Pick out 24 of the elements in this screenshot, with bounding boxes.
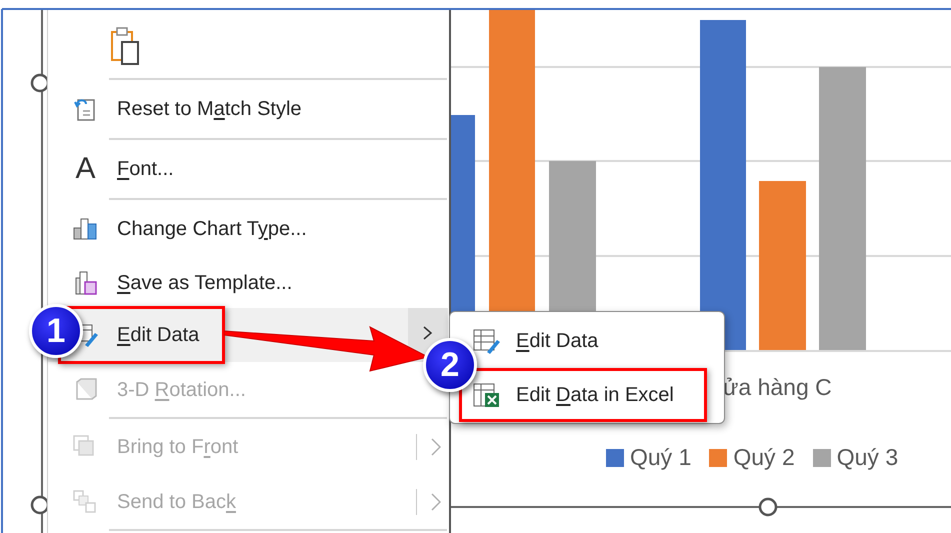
resize-handle[interactable] [758, 498, 778, 516]
font-icon: A [75, 154, 96, 184]
menu-item[interactable]: Edit Data [117, 320, 200, 350]
resize-handle[interactable] [30, 74, 50, 92]
bar-chart-icon [72, 218, 98, 240]
template-icon [74, 270, 98, 296]
resize-handle[interactable] [30, 496, 50, 514]
table-pencil-icon [473, 328, 501, 354]
submenu-chevron[interactable] [423, 326, 433, 340]
menu-item[interactable]: Reset to Match Style [117, 94, 302, 124]
menu-item[interactable]: Change Chart Type... [117, 214, 307, 244]
step-number-badge: 1 [29, 304, 83, 358]
legend-label: Quý 3 [836, 446, 898, 469]
menu-item[interactable]: Edit Data in Excel [516, 380, 674, 410]
spreadsheet-icon [473, 382, 501, 408]
send-back-icon [72, 490, 98, 514]
menu-item[interactable]: Edit Data [516, 326, 598, 356]
menu-item[interactable]: Font... [117, 154, 174, 184]
legend-label: Quý 1 [630, 446, 692, 469]
menu-item[interactable]: Save as Template... [117, 268, 292, 298]
category-label: ửa hàng C [723, 376, 832, 399]
clipboard-icon [110, 27, 140, 67]
legend-label: Quý 2 [733, 446, 795, 469]
cube-icon [74, 378, 96, 402]
